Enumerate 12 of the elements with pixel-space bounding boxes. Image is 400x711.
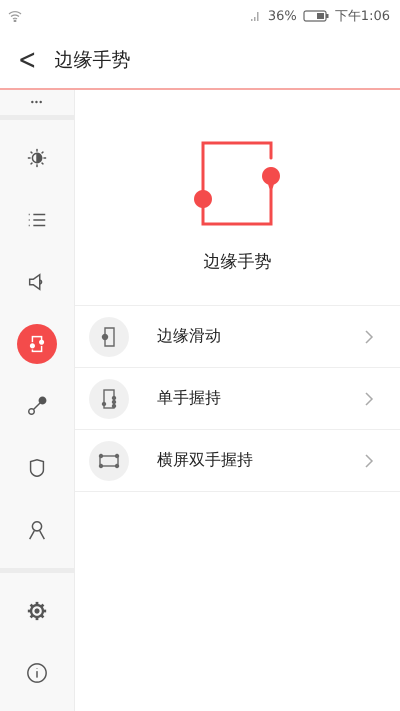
more-button[interactable]: •••: [0, 90, 74, 114]
settings-row[interactable]: 单手握持: [75, 368, 400, 430]
settings-row[interactable]: 横屏双手握持: [75, 430, 400, 492]
page-title: 边缘手势: [54, 48, 130, 73]
row-label: 横屏双手握持: [157, 450, 254, 471]
clock-time: 下午1:06: [334, 8, 390, 25]
settings-row[interactable]: 边缘滑动: [75, 306, 400, 368]
back-button[interactable]: <: [14, 44, 40, 76]
feature-title: 边缘手势: [204, 251, 272, 273]
row-label: 单手握持: [157, 388, 222, 409]
battery-percent: 36%: [268, 8, 297, 24]
row-label: 边缘滑动: [157, 326, 222, 347]
